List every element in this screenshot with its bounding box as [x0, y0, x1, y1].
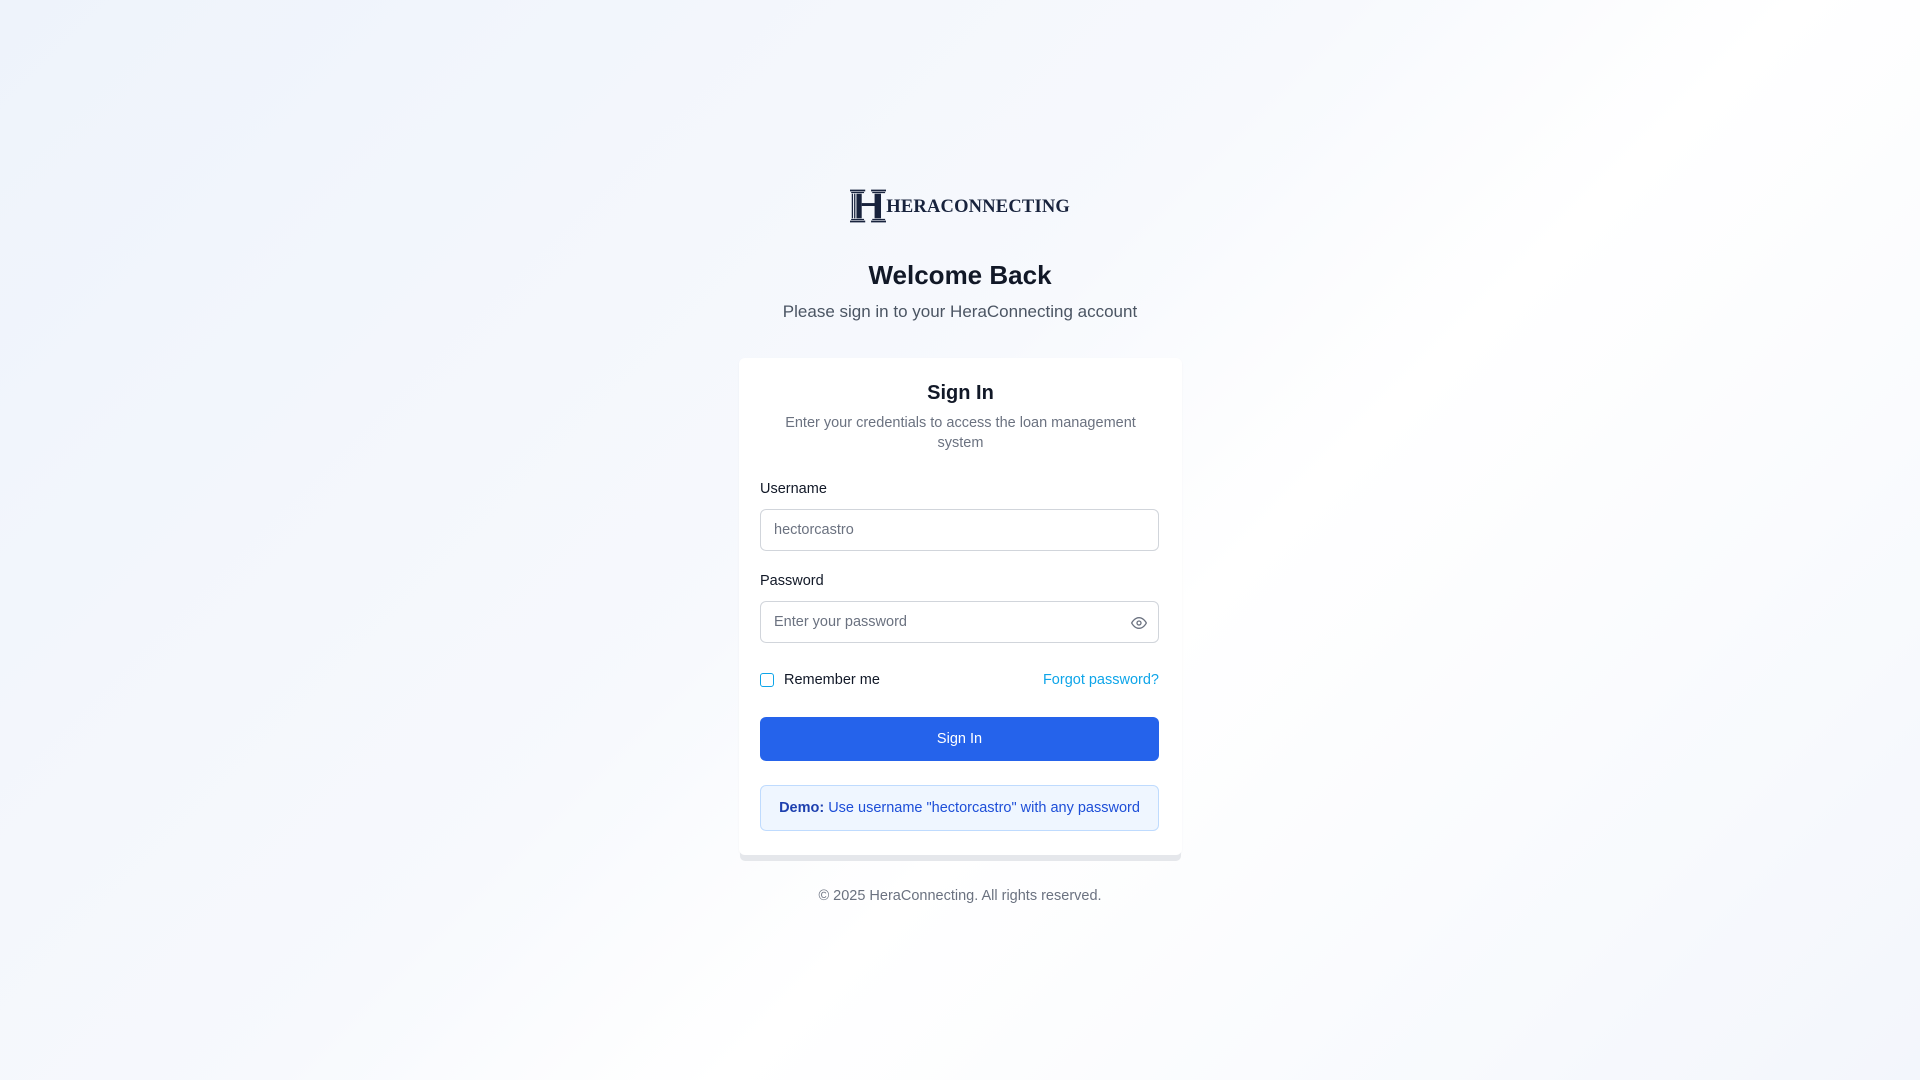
forgot-password-link[interactable]: Forgot password? [1043, 672, 1159, 688]
pillar-h-logo-icon [850, 189, 887, 223]
page-subtitle: Please sign in to your HeraConnecting ac… [782, 302, 1138, 321]
page-title: Welcome Back [868, 260, 1052, 290]
password-label: Password [760, 573, 824, 589]
demo-notice-prefix: Demo: [779, 800, 825, 816]
username-field-container [760, 509, 1159, 551]
password-field-container [760, 601, 1159, 643]
remember-row: Remember me Forgot password? [760, 671, 1159, 691]
password-input[interactable] [761, 602, 1158, 642]
card-description: Enter your credentials to access the loa… [785, 415, 1136, 451]
sign-in-card: Sign In Enter your credentials to access… [739, 358, 1182, 855]
username-input[interactable] [761, 510, 1158, 550]
eye-icon [1131, 617, 1147, 629]
username-label: Username [760, 481, 827, 497]
demo-notice: Demo: Use username "hectorcastro" with a… [760, 785, 1159, 831]
login-page: HERACONNECTING Welcome Back Please sign … [0, 0, 1920, 1080]
sign-in-button[interactable]: Sign In [760, 717, 1159, 761]
demo-notice-text: Use username "hectorcastro" with any pas… [828, 800, 1140, 816]
card-title: Sign In [927, 382, 994, 404]
footer-copyright: © 2025 HeraConnecting. All rights reserv… [818, 888, 1102, 904]
brand-logo: HERACONNECTING [850, 178, 1070, 234]
brand-logo-text: HERACONNECTING [886, 196, 1070, 217]
show-password-toggle[interactable] [1130, 614, 1148, 632]
remember-me-checkbox[interactable] [760, 673, 774, 687]
remember-me-label[interactable]: Remember me [784, 672, 880, 688]
